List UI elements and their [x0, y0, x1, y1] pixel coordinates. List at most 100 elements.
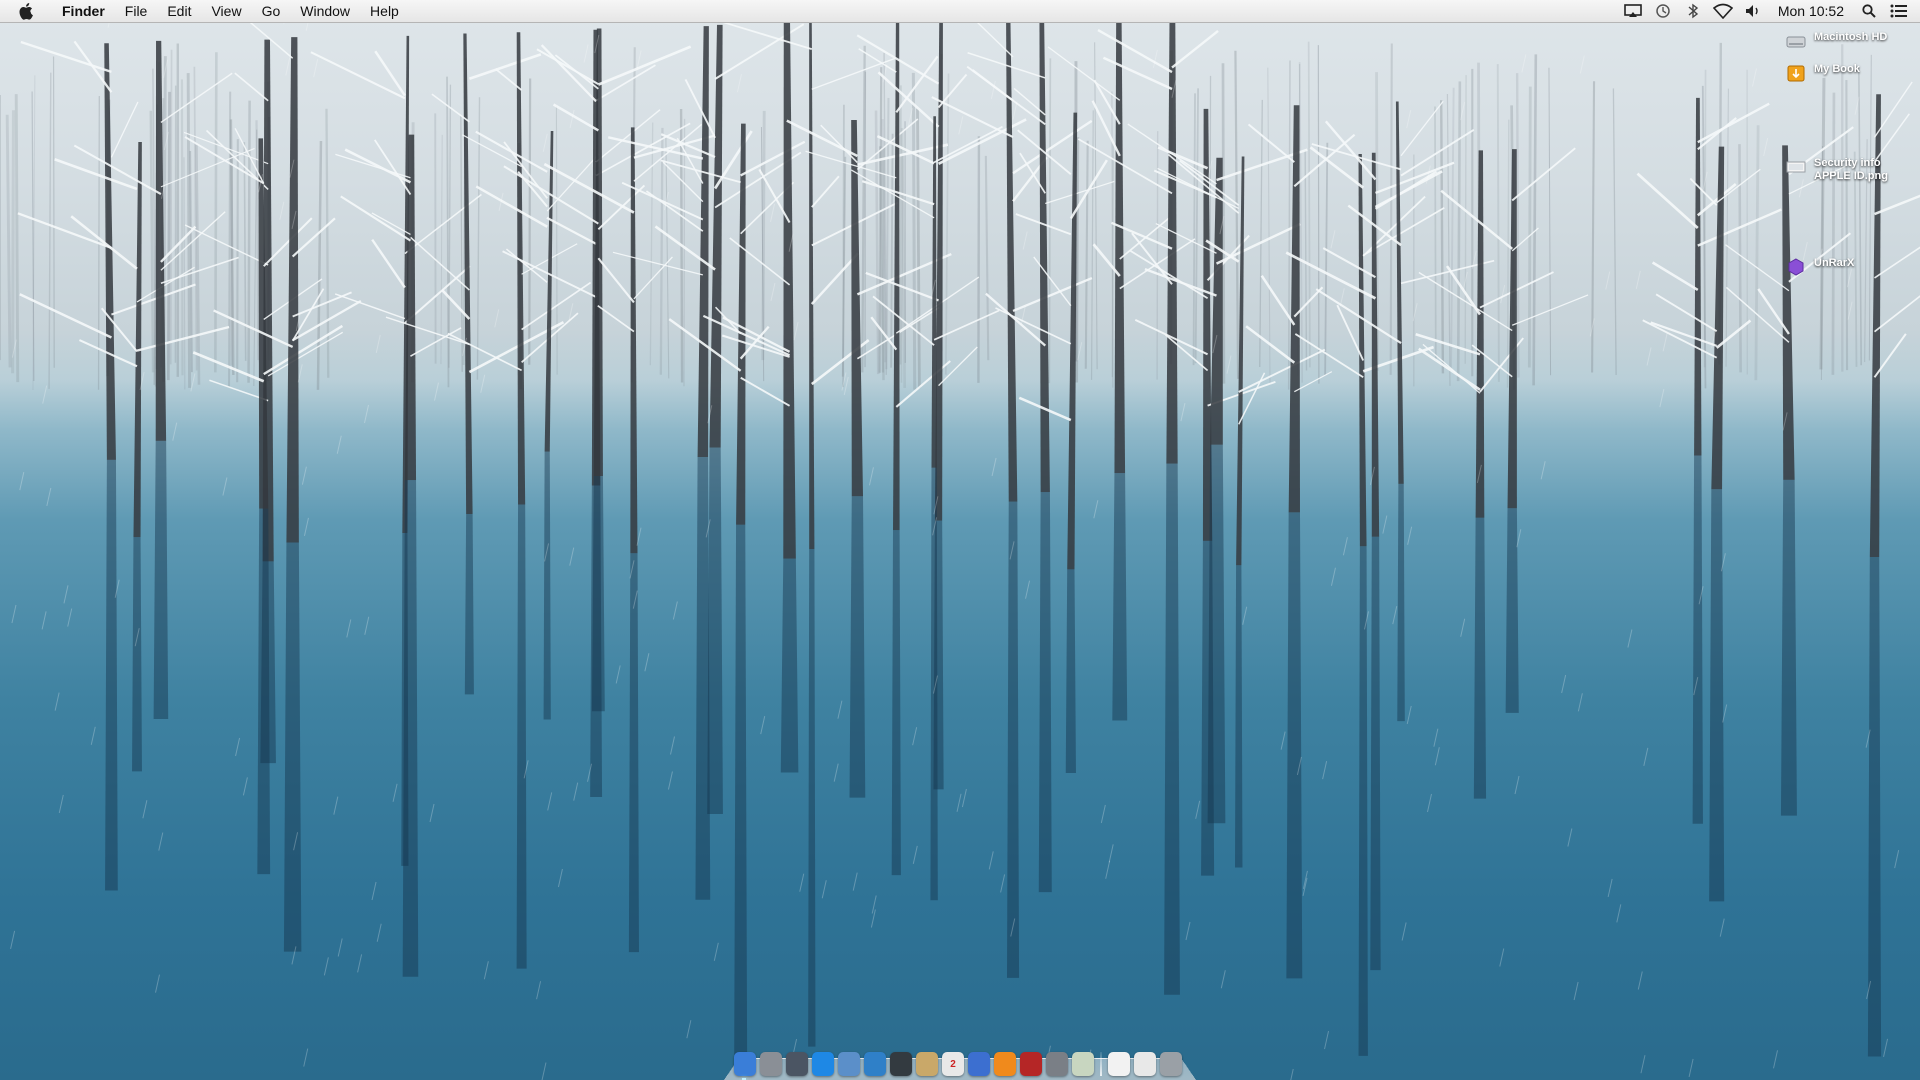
menu-edit[interactable]: Edit — [157, 0, 201, 22]
snowy-branch — [540, 44, 597, 103]
desktop-item-unrarx[interactable]: UnRarX — [1786, 257, 1904, 277]
mission-control-icon[interactable] — [786, 1052, 808, 1076]
snowy-branch — [546, 216, 597, 245]
background-tree — [149, 110, 155, 373]
tree-reflection — [808, 549, 816, 1047]
menu-bar: Finder File Edit View Go Window Help Mon… — [0, 0, 1920, 23]
tree-reflection — [543, 451, 551, 720]
snow-streak — [1616, 904, 1622, 923]
snow-streak — [235, 737, 241, 757]
airplay-icon[interactable] — [1622, 0, 1644, 22]
background-tree — [555, 105, 558, 375]
snow-streak — [279, 201, 285, 220]
snow-streak — [303, 1048, 309, 1067]
desktop-item-macintosh-hd[interactable]: Macintosh HD — [1786, 31, 1904, 51]
snow-streak — [1607, 878, 1613, 898]
desktop-item-my-book[interactable]: My Book — [1786, 63, 1904, 83]
tree-trunk — [1210, 157, 1223, 445]
apple-menu-icon[interactable] — [16, 0, 38, 22]
background-tree — [1506, 119, 1510, 388]
snowy-branch — [110, 101, 139, 158]
notes-icon[interactable] — [916, 1052, 938, 1076]
menu-help[interactable]: Help — [360, 0, 409, 22]
photo-booth-icon[interactable] — [1020, 1052, 1042, 1076]
volume-icon[interactable] — [1742, 0, 1764, 22]
snow-streak — [323, 957, 329, 976]
background-tree — [1754, 125, 1760, 381]
tree-reflection — [1164, 463, 1180, 995]
snowy-branch — [1311, 143, 1402, 171]
wifi-icon[interactable] — [1712, 0, 1734, 22]
desktop-item-security-info-png[interactable]: Security info APPLE ID.png — [1786, 157, 1904, 183]
snow-streak — [615, 665, 621, 684]
bluetooth-icon[interactable] — [1682, 0, 1704, 22]
snowy-branch — [1012, 119, 1093, 175]
snow-streak — [336, 435, 342, 454]
menu-view[interactable]: View — [201, 0, 251, 22]
background-tree — [1845, 80, 1849, 371]
snow-streak — [1577, 693, 1583, 712]
menu-clock[interactable]: Mon 10:52 — [1768, 3, 1854, 19]
snow-streak — [961, 788, 967, 808]
snow-streak — [1635, 270, 1641, 290]
snow-streak — [1105, 860, 1111, 879]
snowy-branch — [234, 72, 269, 102]
snowy-branch — [267, 331, 344, 377]
tree-trunk — [544, 131, 554, 452]
snowy-branch — [1119, 216, 1171, 260]
trash-icon[interactable] — [1160, 1052, 1182, 1076]
snow-streak — [480, 374, 486, 393]
tree-trunk — [516, 32, 526, 505]
snow-streak — [1406, 109, 1412, 129]
snow-streak — [672, 601, 678, 620]
menu-finder[interactable]: Finder — [52, 0, 115, 22]
finder-icon[interactable] — [734, 1052, 756, 1076]
safari-icon[interactable] — [864, 1052, 886, 1076]
background-tree — [214, 52, 218, 373]
snowy-branch — [374, 50, 406, 97]
snow-streak — [1567, 828, 1573, 847]
camera-icon[interactable] — [890, 1052, 912, 1076]
background-tree — [316, 140, 323, 390]
background-tree — [446, 76, 450, 388]
menu-window[interactable]: Window — [290, 0, 360, 22]
snow-streak — [1847, 301, 1853, 320]
snow-streak — [1688, 1058, 1694, 1078]
ibooks-icon[interactable] — [994, 1052, 1016, 1076]
spotlight-icon[interactable] — [1858, 0, 1880, 22]
notification-center-icon[interactable] — [1888, 0, 1910, 22]
background-tree — [1267, 67, 1271, 385]
launchpad-icon[interactable] — [760, 1052, 782, 1076]
app-store-icon[interactable] — [812, 1052, 834, 1076]
snow-streak — [1763, 137, 1769, 157]
itunes-icon[interactable] — [968, 1052, 990, 1076]
dock-separator — [1100, 1052, 1102, 1076]
snowy-branch — [662, 161, 704, 203]
documents-icon[interactable] — [1072, 1052, 1094, 1076]
menu-file[interactable]: File — [115, 0, 158, 22]
background-tree — [1446, 93, 1451, 386]
snow-streak — [1322, 761, 1328, 780]
snow-streak — [1077, 342, 1083, 361]
document-icon[interactable] — [1108, 1052, 1130, 1076]
snow-streak — [494, 309, 500, 328]
snow-streak — [670, 736, 675, 755]
preview-icon[interactable] — [838, 1052, 860, 1076]
document-icon[interactable] — [1134, 1052, 1156, 1076]
tree-reflection — [891, 530, 901, 876]
tree-reflection — [849, 496, 866, 798]
snow-streak — [172, 422, 178, 441]
calendar-icon[interactable]: 2 — [942, 1052, 964, 1076]
snowy-branch — [1400, 100, 1444, 157]
snowy-branch — [404, 193, 482, 255]
snow-streak — [357, 954, 363, 973]
snowy-branch — [1247, 123, 1295, 163]
snow-streak — [686, 1020, 692, 1039]
menu-go[interactable]: Go — [252, 0, 291, 22]
snow-streak — [1640, 1055, 1646, 1074]
system-preferences-icon[interactable] — [1046, 1052, 1068, 1076]
time-machine-icon[interactable] — [1652, 0, 1674, 22]
tree-trunk — [1039, 13, 1050, 493]
snow-streak — [713, 942, 719, 961]
snow-streak — [799, 873, 805, 892]
